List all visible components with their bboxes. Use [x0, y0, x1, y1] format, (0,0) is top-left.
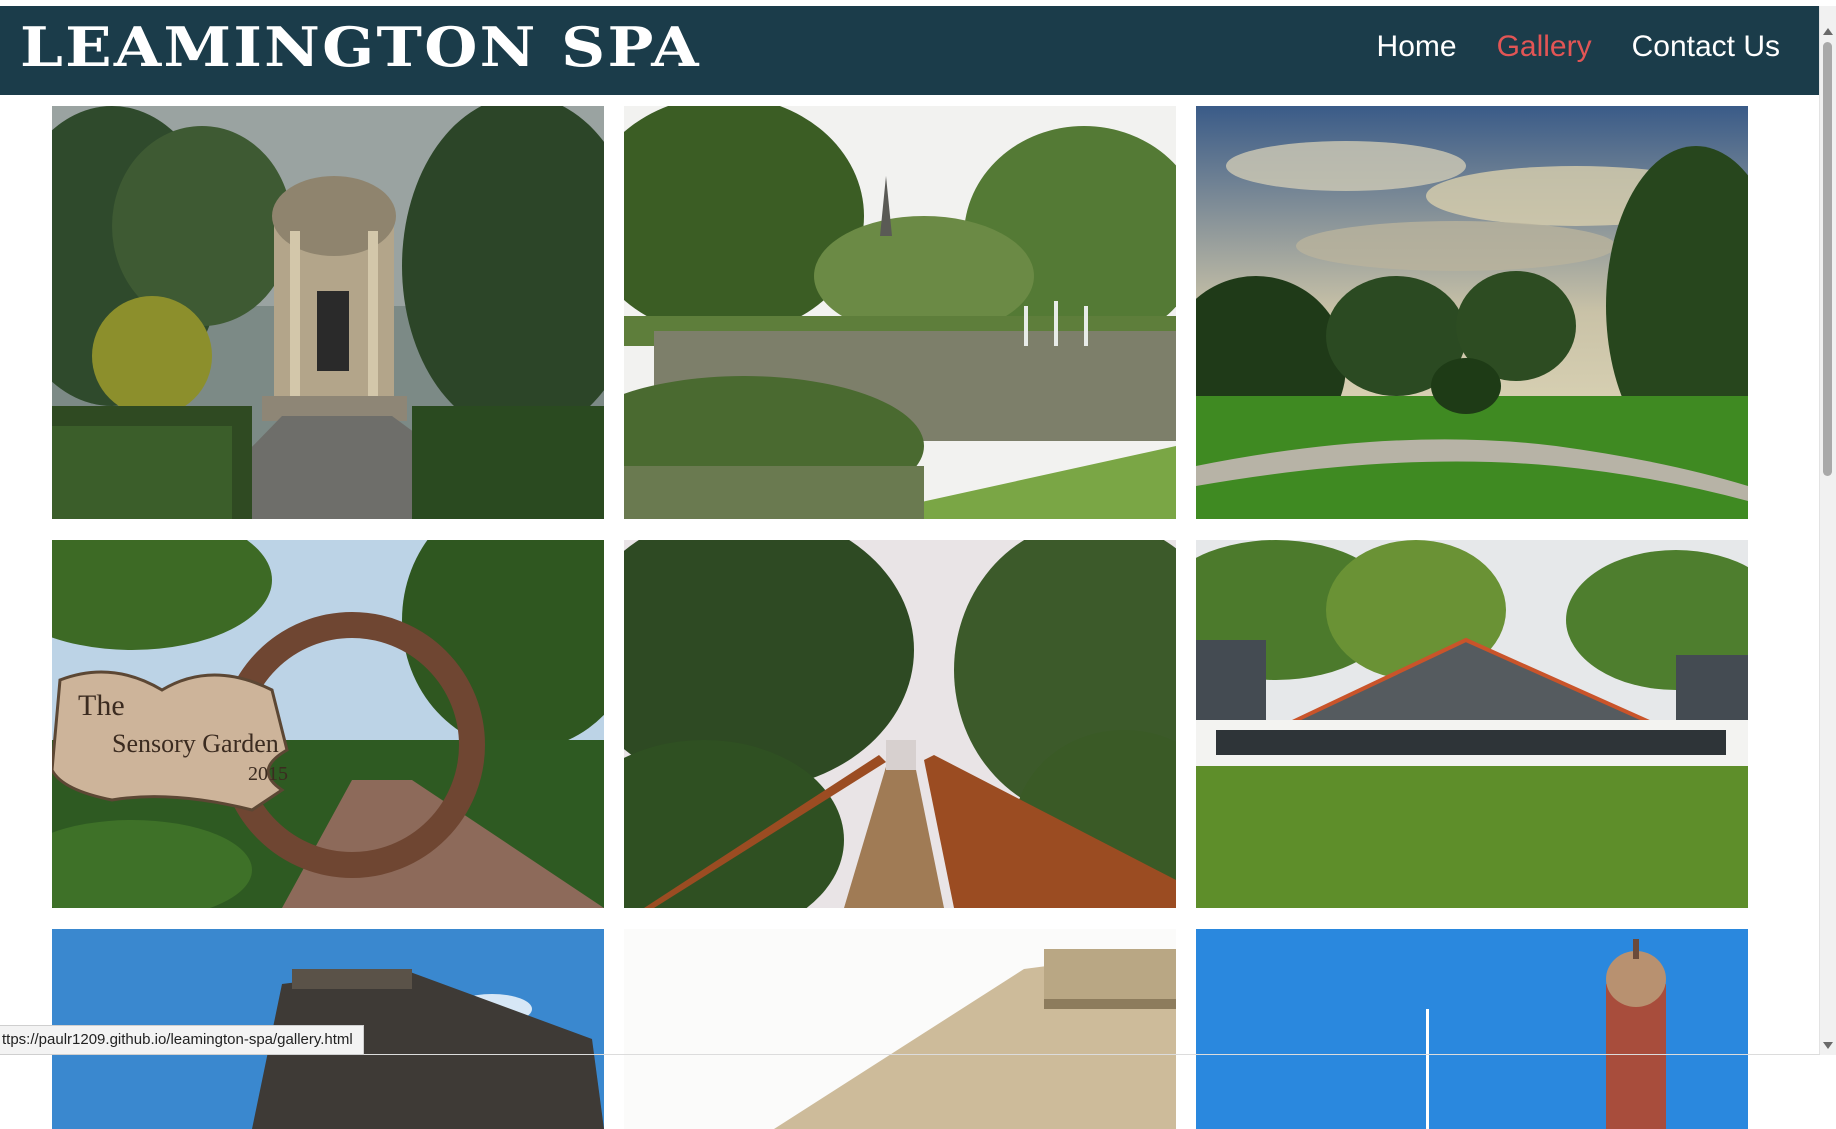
- gallery-photo-stone-building[interactable]: [624, 929, 1176, 1129]
- gallery-photo-lake-fountains[interactable]: [624, 106, 1176, 519]
- nav-link-gallery[interactable]: Gallery: [1497, 32, 1592, 62]
- photo-gallery: The Sensory Garden 2015: [52, 106, 1749, 1129]
- site-title[interactable]: LEAMINGTON SPA: [20, 20, 701, 74]
- link-status-bar: ttps://paulr1209.github.io/leamington-sp…: [0, 1025, 364, 1055]
- nav-link-home[interactable]: Home: [1377, 32, 1457, 62]
- gallery-photo-town-hall-tower[interactable]: [1196, 929, 1748, 1129]
- sensory-sign-text-3: 2015: [248, 763, 288, 785]
- gallery-photo-glasshouse[interactable]: [624, 540, 1176, 908]
- main-nav: Home Gallery Contact Us: [1377, 32, 1780, 62]
- gallery-photo-sensory-garden[interactable]: The Sensory Garden 2015: [52, 540, 604, 908]
- site-header: LEAMINGTON SPA Home Gallery Contact Us: [0, 6, 1820, 95]
- gallery-photo-bowls-pavilion[interactable]: [1196, 540, 1748, 908]
- sensory-sign-text-2: Sensory Garden: [112, 729, 279, 758]
- gallery-photo-park-sky[interactable]: [1196, 106, 1748, 519]
- scroll-up-arrow-icon[interactable]: [1823, 28, 1833, 35]
- sensory-sign-text-1: The: [78, 689, 125, 722]
- scrollbar-thumb[interactable]: [1823, 42, 1832, 476]
- nav-link-contact-us[interactable]: Contact Us: [1632, 32, 1780, 62]
- page-scrollbar[interactable]: [1819, 6, 1836, 1055]
- scroll-down-arrow-icon[interactable]: [1823, 1042, 1833, 1049]
- gallery-photo-temple[interactable]: [52, 106, 604, 519]
